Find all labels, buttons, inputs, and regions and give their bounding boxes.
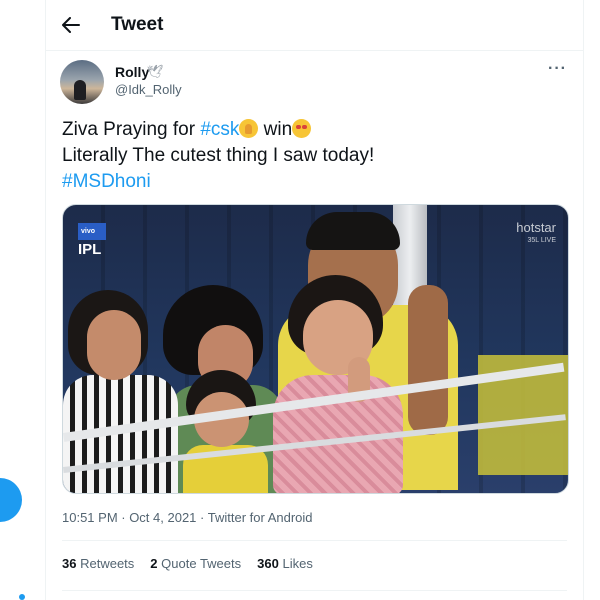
dove-icon: 🕊 bbox=[147, 64, 164, 79]
avatar[interactable] bbox=[60, 60, 104, 104]
tweet-text-line1-prefix: Ziva Praying for bbox=[62, 119, 201, 140]
praying-emoji-icon bbox=[239, 119, 259, 138]
author-row bbox=[46, 51, 583, 109]
hotstar-watermark: hotstar 35L LIVE bbox=[516, 220, 556, 244]
more-options-icon[interactable]: ··· bbox=[548, 60, 567, 78]
author-display-name[interactable]: Rolly bbox=[115, 64, 149, 80]
tweet-time[interactable]: 10:51 PM · Oct 4, 2021 · bbox=[62, 510, 208, 525]
compose-tweet-button[interactable] bbox=[0, 478, 22, 522]
tweet-text: Ziva Praying for #csk win Literally The … bbox=[62, 117, 572, 195]
page-header: Tweet bbox=[46, 0, 583, 51]
nav-indicator-dot bbox=[19, 594, 25, 600]
smiling-emoji-icon bbox=[292, 119, 312, 138]
tweet-stats: 36 Retweets 2 Quote Tweets 360 Likes bbox=[62, 556, 313, 571]
back-button[interactable] bbox=[56, 10, 86, 40]
tweet-text-line1-suffix: win bbox=[258, 119, 293, 140]
tweet-media-image[interactable]: vivo IPL hotstar 35L LIVE bbox=[62, 204, 569, 494]
page-title: Tweet bbox=[111, 14, 164, 35]
tweet-text-line2: Literally The cutest thing I saw today! bbox=[62, 145, 375, 166]
likes-stat[interactable]: 360 Likes bbox=[257, 556, 313, 571]
divider bbox=[62, 540, 567, 541]
hashtag-csk-link[interactable]: #csk bbox=[200, 119, 239, 140]
tweet-timestamp: 10:51 PM · Oct 4, 2021 · Twitter for And… bbox=[62, 510, 313, 525]
hashtag-msdhoni-link[interactable]: #MSDhoni bbox=[62, 171, 151, 192]
retweets-stat[interactable]: 36 Retweets bbox=[62, 556, 134, 571]
divider bbox=[62, 590, 567, 591]
tweet-detail-column: Tweet Rolly 🕊 @Idk_Rolly ··· Ziva Prayin… bbox=[45, 0, 584, 600]
arrow-left-icon bbox=[62, 17, 80, 33]
ipl-logo: vivo IPL bbox=[78, 223, 106, 257]
author-handle[interactable]: @Idk_Rolly bbox=[115, 82, 182, 97]
tweet-source-link[interactable]: Twitter for Android bbox=[208, 510, 313, 525]
quote-tweets-stat[interactable]: 2 Quote Tweets bbox=[150, 556, 241, 571]
